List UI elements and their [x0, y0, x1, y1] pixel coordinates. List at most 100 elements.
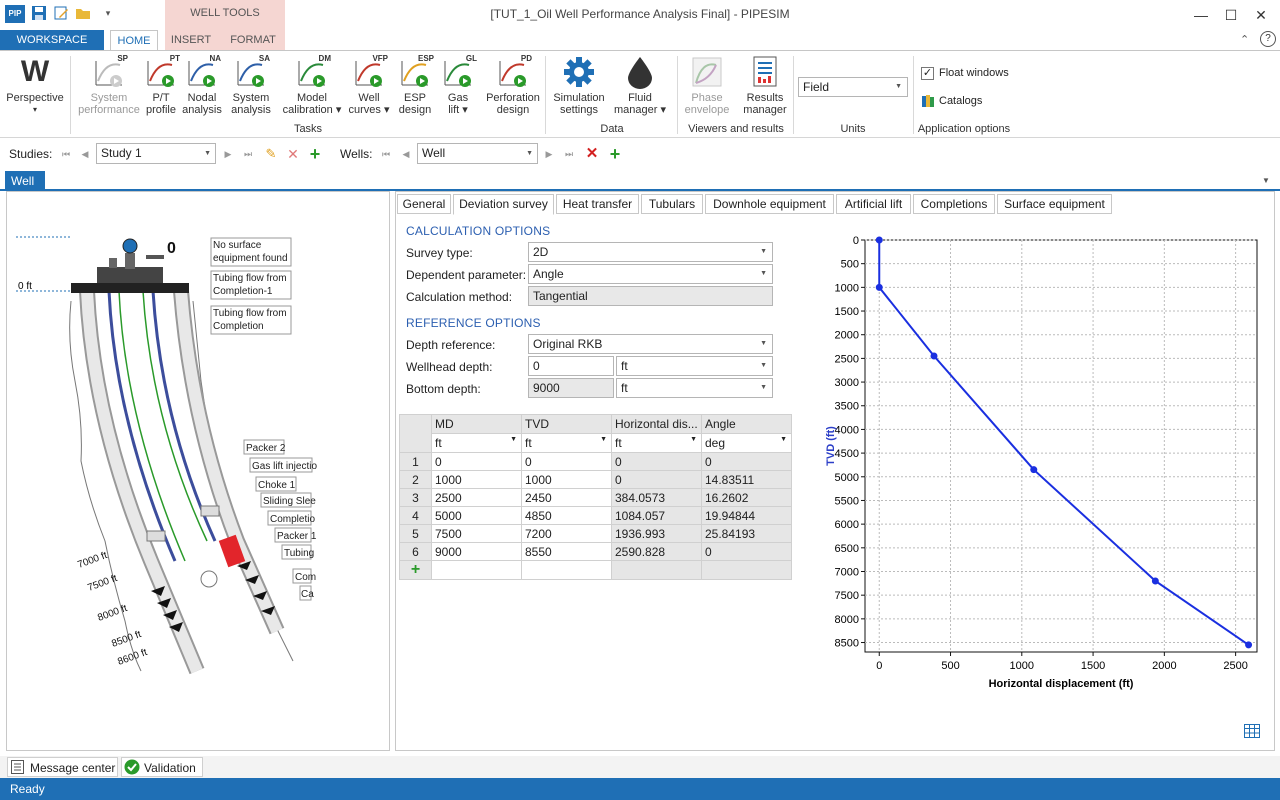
add-study-icon[interactable]: + [307, 145, 323, 163]
table-cell[interactable]: 0 [611, 470, 702, 489]
gas-lift-button[interactable]: GL Gas lift ▾ [438, 54, 478, 116]
table-row[interactable]: 2 1000 1000 0 14.83511 [399, 470, 792, 489]
table-cell[interactable]: 0 [521, 452, 612, 471]
wellhead-depth-input[interactable]: 0 [528, 356, 614, 376]
table-view-icon[interactable] [1244, 724, 1260, 741]
next-study-icon[interactable]: ▶ [220, 145, 236, 163]
esp-design-button[interactable]: ESP ESP design [394, 54, 436, 116]
table-row[interactable]: 10000 [399, 452, 792, 471]
new-row-cell[interactable] [431, 560, 522, 580]
delete-study-icon[interactable]: ✕ [285, 145, 301, 163]
table-cell[interactable]: 2450 [521, 488, 612, 507]
new-row-cell[interactable] [521, 560, 612, 580]
table-cell[interactable]: 384.0573 [611, 488, 702, 507]
add-row-icon[interactable]: + [399, 560, 432, 580]
table-cell[interactable]: 0 [431, 452, 522, 471]
model-calibration-button[interactable]: DM Model calibration ▾ [282, 54, 342, 116]
tab-general[interactable]: General [397, 194, 451, 214]
delete-well-icon[interactable]: ✕ [584, 145, 600, 163]
fluid-manager-button[interactable]: Fluid manager ▾ [612, 55, 668, 116]
catalogs-button[interactable]: Catalogs [939, 95, 982, 107]
table-cell[interactable]: 16.2602 [701, 488, 792, 507]
unit-select-md[interactable]: ft ▼ [431, 433, 522, 453]
add-well-icon[interactable]: + [607, 145, 623, 163]
col-header-tvd[interactable]: TVD [521, 414, 612, 434]
table-row[interactable]: 3 2500 2450 384.0573 16.2602 [399, 488, 792, 507]
perforation-design-button[interactable]: PD Perforation design [482, 54, 544, 116]
edit-study-icon[interactable]: ✎ [263, 145, 279, 163]
tab-insert[interactable]: INSERT [165, 30, 217, 51]
table-cell[interactable]: 0 [701, 542, 792, 561]
table-cell[interactable]: 0 [611, 452, 702, 471]
table-cell[interactable]: 1000 [521, 470, 612, 489]
simulation-settings-button[interactable]: Simulation settings [551, 55, 607, 116]
table-row[interactable]: 6 9000 8550 2590.828 0 [399, 542, 792, 561]
last-well-icon[interactable]: ⏭ [561, 145, 577, 163]
last-study-icon[interactable]: ⏭ [240, 145, 256, 163]
table-cell[interactable]: 19.94844 [701, 506, 792, 525]
table-cell[interactable]: 1936.993 [611, 524, 702, 543]
well-curves-button[interactable]: VFP Well curves ▾ [346, 54, 392, 116]
table-cell[interactable]: 2500 [431, 488, 522, 507]
prev-well-icon[interactable]: ◀ [398, 145, 414, 163]
table-cell[interactable]: 8550 [521, 542, 612, 561]
save-icon[interactable] [31, 5, 47, 21]
system-analysis-button[interactable]: SA System analysis [224, 54, 278, 116]
wellhead-unit-select[interactable]: ft ▼ [616, 356, 773, 376]
col-header-angle[interactable]: Angle [701, 414, 792, 434]
table-cell[interactable]: 4850 [521, 506, 612, 525]
table-cell[interactable]: 1000 [431, 470, 522, 489]
first-study-icon[interactable]: ⏮ [58, 145, 74, 163]
tab-surface-equipment[interactable]: Surface equipment [997, 194, 1112, 214]
tab-tubulars[interactable]: Tubulars [641, 194, 703, 214]
tab-format[interactable]: FORMAT [224, 30, 282, 51]
open-folder-icon[interactable] [75, 5, 91, 21]
table-cell[interactable]: 0 [701, 452, 792, 471]
table-row[interactable]: 4 5000 4850 1084.057 19.94844 [399, 506, 792, 525]
results-manager-button[interactable]: Results manager [740, 55, 790, 116]
tab-completions[interactable]: Completions [913, 194, 995, 214]
table-cell[interactable]: 7500 [431, 524, 522, 543]
dep-param-select[interactable]: Angle ▼ [528, 264, 773, 284]
phase-envelope-button[interactable]: Phase envelope [682, 55, 732, 116]
help-icon[interactable]: ? [1260, 31, 1276, 47]
unit-select-tvd[interactable]: ft ▼ [521, 433, 612, 453]
minimize-icon[interactable]: — [1186, 4, 1216, 26]
tab-home[interactable]: HOME [110, 30, 158, 51]
tab-downhole-equipment[interactable]: Downhole equipment [705, 194, 834, 214]
table-cell[interactable]: 14.83511 [701, 470, 792, 489]
table-cell[interactable]: 1084.057 [611, 506, 702, 525]
study-select[interactable]: Study 1 ▼ [96, 143, 216, 164]
next-well-icon[interactable]: ▶ [541, 145, 557, 163]
tab-deviation-survey[interactable]: Deviation survey [453, 194, 554, 215]
first-well-icon[interactable]: ⏮ [378, 145, 394, 163]
collapse-ribbon-icon[interactable]: ⌃ [1240, 33, 1249, 46]
tab-heat-transfer[interactable]: Heat transfer [556, 194, 639, 214]
pt-profile-button[interactable]: PT P/T profile [140, 54, 182, 116]
bottom-unit-select[interactable]: ft ▼ [616, 378, 773, 398]
app-icon[interactable]: PIP [5, 5, 25, 23]
table-row[interactable]: 5 7500 7200 1936.993 25.84193 [399, 524, 792, 543]
col-header-md[interactable]: MD [431, 414, 522, 434]
system-performance-button[interactable]: SP System performance [78, 54, 140, 116]
document-tab-well[interactable]: Well [5, 171, 45, 191]
unit-select-horizontal[interactable]: ft ▼ [611, 433, 702, 453]
table-cell[interactable]: 2590.828 [611, 542, 702, 561]
close-icon[interactable]: ✕ [1246, 4, 1276, 26]
tab-workspace[interactable]: WORKSPACE [0, 30, 104, 51]
survey-type-select[interactable]: 2D ▼ [528, 242, 773, 262]
table-cell[interactable]: 25.84193 [701, 524, 792, 543]
document-menu-icon[interactable]: ▼ [1262, 176, 1270, 185]
unit-select-angle[interactable]: deg ▼ [701, 433, 792, 453]
well-select[interactable]: Well ▼ [417, 143, 538, 164]
nodal-analysis-button[interactable]: NA Nodal analysis [180, 54, 224, 116]
table-cell[interactable]: 5000 [431, 506, 522, 525]
table-cell[interactable]: 9000 [431, 542, 522, 561]
depth-ref-select[interactable]: Original RKB ▼ [528, 334, 773, 354]
edit-icon[interactable] [53, 5, 69, 21]
maximize-icon[interactable]: ☐ [1216, 4, 1246, 26]
col-header-horizontal[interactable]: Horizontal dis... [611, 414, 702, 434]
float-windows-checkbox[interactable]: ✓ [921, 67, 934, 80]
prev-study-icon[interactable]: ◀ [77, 145, 93, 163]
perspective-button[interactable]: W Perspective ▾ [4, 55, 66, 116]
